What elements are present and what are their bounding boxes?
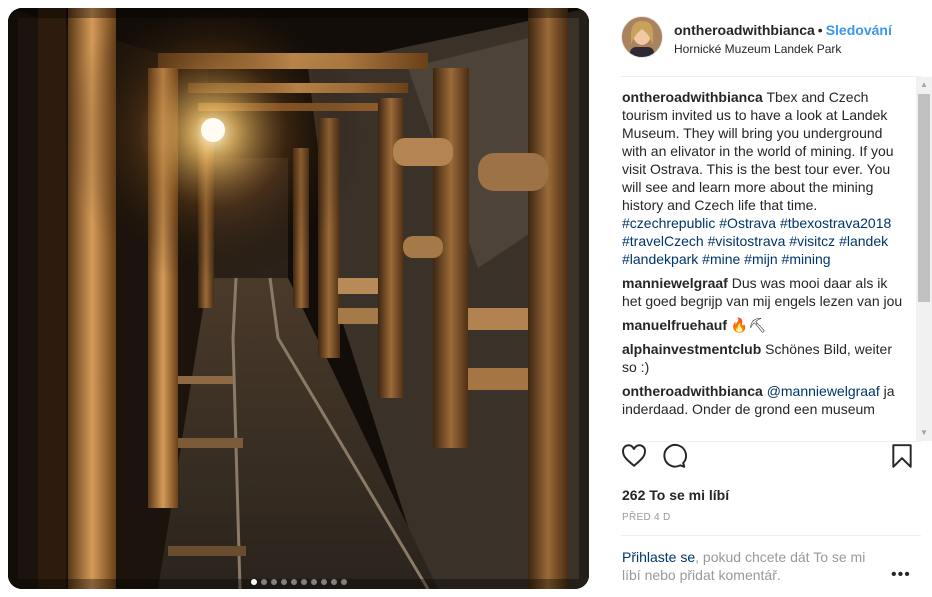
post-username[interactable]: ontheroadwithbianca: [674, 22, 815, 38]
post-date[interactable]: PŘED 4 D: [622, 512, 671, 523]
carousel-dot: [320, 579, 327, 585]
login-prompt: Přihlaste se, pokud chcete dát To se mi …: [622, 548, 882, 584]
more-options-icon[interactable]: •••: [891, 566, 911, 584]
carousel-dot: [290, 579, 297, 585]
comment-username[interactable]: manuelfruehauf: [622, 317, 727, 333]
heart-icon[interactable]: [621, 443, 647, 474]
post-details-panel: ontheroadwithbianca • Sledování Hornické M…: [605, 0, 932, 597]
login-link[interactable]: Přihlaste se: [622, 549, 695, 565]
hashtags[interactable]: #czechrepublic #Ostrava #tbexostrava2018…: [622, 215, 891, 267]
comment-text: Tbex and Czech tourism invited us to hav…: [622, 89, 894, 213]
comments-scrollbar[interactable]: ▲ ▼: [916, 77, 932, 441]
scroll-down-icon[interactable]: ▼: [916, 425, 932, 441]
carousel-dot: [280, 579, 287, 585]
divider: [621, 441, 921, 442]
carousel-dot: [250, 579, 257, 585]
user-line: ontheroadwithbianca • Sledování: [674, 22, 892, 38]
comment: manuelfruehauf 🔥⛏: [622, 316, 910, 334]
post-photo[interactable]: [8, 8, 589, 589]
comment-mention[interactable]: @manniewelgraaf: [767, 383, 880, 399]
comment: ontheroadwithbianca @manniewelgraaf ja i…: [622, 382, 910, 418]
follow-button[interactable]: Sledování: [826, 22, 892, 38]
carousel-indicator: [8, 579, 589, 585]
post-header: ontheroadwithbianca • Sledování Hornické M…: [621, 14, 921, 64]
comments-list: ontheroadwithbianca Tbex and Czech touri…: [622, 88, 910, 438]
comment: alphainvestmentclub Schönes Bild, weiter…: [622, 340, 910, 376]
comment-username[interactable]: ontheroadwithbianca: [622, 383, 763, 399]
avatar[interactable]: [621, 16, 663, 58]
caption: ontheroadwithbianca Tbex and Czech touri…: [622, 88, 910, 268]
carousel-dot: [330, 579, 337, 585]
location-link[interactable]: Hornické Muzeum Landek Park: [674, 42, 841, 56]
carousel-dot: [270, 579, 277, 585]
comment-username[interactable]: ontheroadwithbianca: [622, 89, 763, 105]
comment-icon[interactable]: [661, 443, 687, 474]
comment-username[interactable]: manniewelgraaf: [622, 275, 728, 291]
likes-count[interactable]: 262 To se mi líbí: [622, 487, 729, 503]
comment-text: 🔥⛏: [730, 317, 767, 333]
carousel-dot: [260, 579, 267, 585]
separator-dot: •: [817, 22, 823, 38]
comment-username[interactable]: alphainvestmentclub: [622, 341, 761, 357]
carousel-dot: [300, 579, 307, 585]
carousel-dot: [310, 579, 317, 585]
comment: manniewelgraaf Dus was mooi daar als ik …: [622, 274, 910, 310]
divider: [621, 535, 921, 536]
divider: [621, 76, 921, 77]
scroll-thumb[interactable]: [918, 94, 930, 302]
bookmark-icon[interactable]: [891, 443, 913, 474]
scroll-up-icon[interactable]: ▲: [916, 77, 932, 93]
post-actions: [621, 443, 917, 473]
carousel-dot: [340, 579, 347, 585]
